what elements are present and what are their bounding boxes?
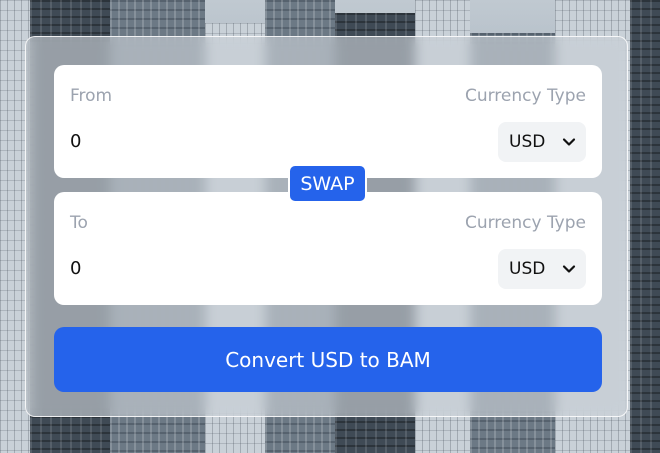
swap-button[interactable]: SWAP — [288, 164, 367, 203]
converter-card: From Currency Type 0 USD To Currency Typ… — [25, 36, 628, 417]
from-amount-input[interactable]: 0 — [70, 131, 81, 152]
to-amount-input[interactable]: 0 — [70, 258, 81, 279]
to-currency-type-label: Currency Type — [464, 213, 586, 233]
from-label: From — [70, 86, 113, 106]
to-currency-select[interactable]: USD — [498, 249, 586, 289]
from-currency-select[interactable]: USD — [498, 122, 586, 162]
convert-button[interactable]: Convert USD to BAM — [54, 327, 602, 392]
background-building — [630, 0, 660, 453]
to-panel: To Currency Type 0 USD — [54, 192, 602, 305]
to-label: To — [70, 213, 88, 233]
chevron-down-icon — [562, 138, 576, 146]
chevron-down-icon — [562, 265, 576, 273]
from-currency-type-label: Currency Type — [464, 86, 586, 106]
from-panel: From Currency Type 0 USD — [54, 65, 602, 178]
from-currency-value: USD — [509, 132, 546, 152]
to-currency-value: USD — [509, 259, 546, 279]
